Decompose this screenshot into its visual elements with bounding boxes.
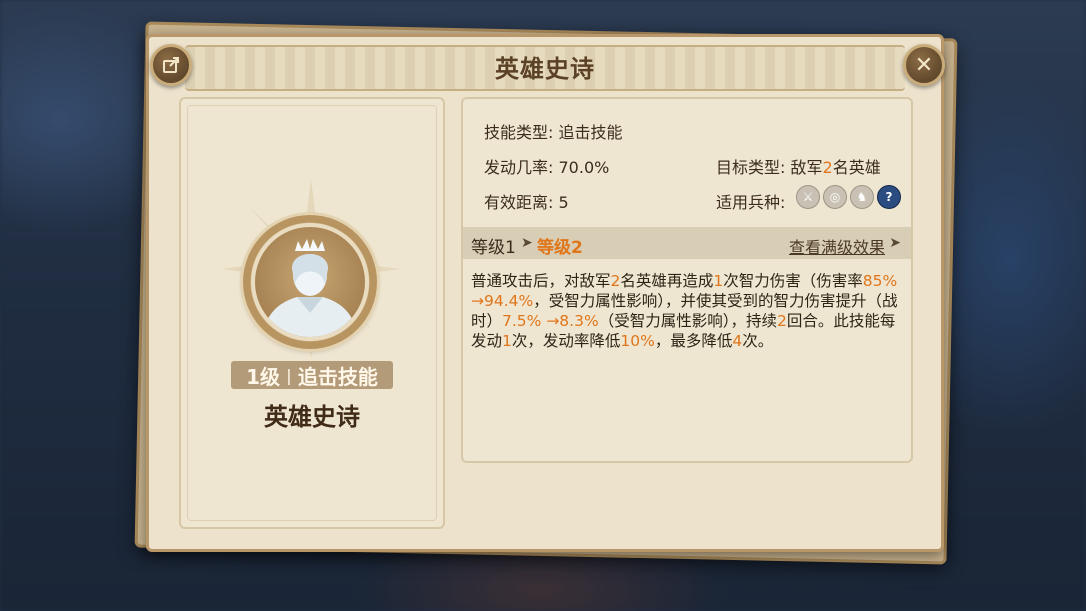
- description-highlight: 1: [502, 332, 512, 350]
- skill-type-key: 技能类型:: [484, 123, 554, 142]
- skill-name: 英雄史诗: [264, 403, 360, 431]
- target-type-key: 目标类型:: [716, 158, 786, 177]
- description-highlight: 4: [732, 332, 743, 350]
- level-arrow-icon: ➤: [521, 235, 533, 251]
- current-level: 等级1: [471, 238, 516, 258]
- description-highlight: 2: [610, 272, 621, 290]
- skill-level-tag: 1级 | 追击技能: [231, 361, 393, 389]
- share-icon: [163, 57, 179, 73]
- target-prefix: 敌军: [790, 158, 823, 177]
- skill-type-row: 技能类型: 追击技能: [484, 119, 623, 143]
- range-value: 5: [558, 193, 569, 212]
- target-icon[interactable]: ◎: [823, 185, 847, 209]
- portrait-frame: [243, 215, 377, 349]
- description-highlight: 1: [713, 272, 724, 290]
- description-text: ，最多降低: [654, 332, 733, 350]
- skill-type-value: 追击技能: [558, 123, 623, 142]
- unit-types-key: 适用兵种:: [716, 193, 786, 212]
- description-highlight: 10%: [620, 332, 655, 350]
- description-highlight: 7.5% →8.3%: [502, 312, 599, 330]
- trigger-rate-key: 发动几率:: [484, 158, 554, 177]
- sword-icon[interactable]: ⚔: [796, 185, 820, 209]
- hero-portrait: [255, 227, 365, 337]
- description-text: 次，发动率降低: [511, 332, 621, 350]
- description-text: 次智力伤害（伤害率: [723, 272, 863, 290]
- horse-icon[interactable]: ♞: [850, 185, 874, 209]
- description-text: 普通攻击后，对敌军: [471, 272, 611, 290]
- skill-portrait-box: 1级 | 追击技能 英雄史诗: [179, 97, 445, 529]
- view-max-arrow-icon[interactable]: ➤: [889, 235, 901, 251]
- close-button[interactable]: ✕: [903, 44, 945, 86]
- close-icon: ✕: [914, 52, 934, 78]
- trigger-rate-row: 发动几率: 70.0%: [484, 154, 609, 178]
- skill-detail-panel: 英雄史诗 ✕ 1级 | 追击技能 英雄史诗 技能类型: 追击技能 发动几率: 7…: [146, 34, 945, 552]
- share-button[interactable]: [150, 44, 192, 86]
- skill-info-box: 技能类型: 追击技能 发动几率: 70.0% 目标类型: 敌军2名英雄 有效距离…: [461, 97, 913, 463]
- trigger-rate-value: 70.0%: [558, 158, 610, 177]
- level-bar: 等级1 ➤ 等级2 查看满级效果 ➤: [463, 227, 911, 259]
- level-tag-separator: |: [286, 365, 292, 385]
- range-key: 有效距离:: [484, 193, 554, 212]
- description-highlight: 2: [776, 312, 787, 330]
- unit-type-icons: ⚔ ◎ ♞ ?: [796, 185, 901, 209]
- next-level: 等级2: [537, 238, 583, 258]
- description-text: （受智力属性影响），持续: [598, 312, 777, 330]
- view-max-level-link[interactable]: 查看满级效果: [789, 234, 885, 258]
- description-text: 次。: [742, 332, 774, 350]
- skill-level: 1级: [246, 364, 281, 389]
- hero-statue-icon: [263, 239, 357, 337]
- skill-type-tag: 追击技能: [297, 364, 378, 389]
- range-row: 有效距离: 5: [484, 189, 569, 213]
- target-suffix: 名英雄: [832, 158, 881, 177]
- unit-types-row: 适用兵种:: [716, 189, 785, 213]
- target-count: 2: [822, 158, 833, 177]
- help-icon[interactable]: ?: [877, 185, 901, 209]
- skill-description: 普通攻击后，对敌军2名英雄再造成1次智力伤害（伤害率85% →94.4%，受智力…: [471, 271, 907, 351]
- target-type-row: 目标类型: 敌军2名英雄: [716, 154, 881, 178]
- panel-title: 英雄史诗: [495, 55, 595, 83]
- description-text: 名英雄再造成: [620, 272, 714, 290]
